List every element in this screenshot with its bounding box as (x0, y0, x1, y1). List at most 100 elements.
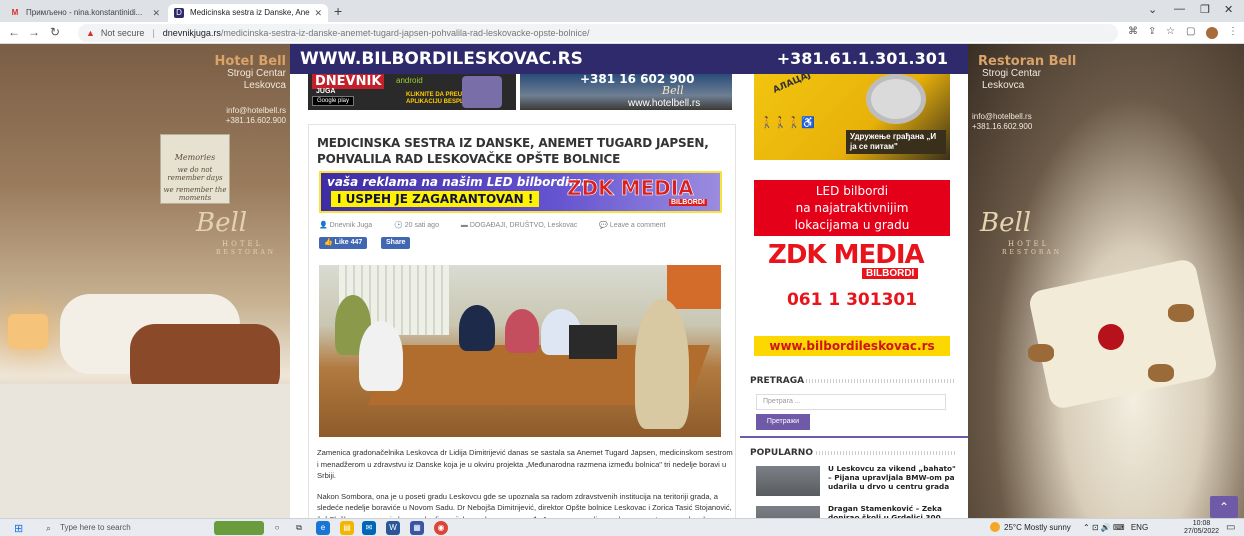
windows-taskbar: ⊞ ⌕ Type here to search ○ ⧉ e ▤ ✉ W ▦ ◉ … (0, 518, 1244, 536)
search-input[interactable]: Претрага ... (756, 394, 946, 410)
taskbar-search[interactable]: ⌕ Type here to search (40, 520, 200, 536)
url-path: /medicinska-sestra-iz-danske-anemet-tuga… (220, 28, 590, 38)
zdk-media-banner[interactable]: vaša reklama na našim LED bilbordima I U… (319, 171, 722, 213)
bookmark-star-icon[interactable]: ☆ (1166, 26, 1175, 37)
teams-icon[interactable]: ▦ (410, 521, 424, 535)
zdk-banner-line1: vaša reklama na našim LED bilbordima (327, 175, 590, 189)
zdk-website-link[interactable]: www.bilbordileskovac.rs (754, 336, 950, 356)
bilbordi-top-banner[interactable]: WWW.BILBORDILESKOVAC.RS +381.61.1.301.30… (290, 44, 968, 74)
sign-text: Memories (174, 153, 216, 162)
language-indicator: ENG (1130, 523, 1149, 532)
restore-button[interactable]: ❐ (1200, 3, 1210, 16)
comment-link[interactable]: 💬 Leave a comment (599, 222, 675, 229)
reload-icon[interactable]: ↻ (50, 25, 60, 39)
url-input[interactable]: ▲ Not secure | dnevnikjuga.rs/medicinska-se… (78, 24, 1118, 42)
browser-tab-gmail[interactable]: M Примљено - nina.konstantinidi... ✕ (4, 4, 166, 22)
udruzenje-caption: Удружење грађана „И ја се питам" (846, 130, 946, 154)
popular-thumbnail (756, 506, 820, 518)
phone-icon (462, 76, 502, 108)
dnevnik-app-ad[interactable]: DNEVNIK JUGA android Google play KLIKNIT… (308, 74, 516, 110)
bell-logo-sub: HOTEL (1008, 240, 1050, 248)
sun-icon (990, 522, 1000, 532)
menu-kebab-icon[interactable]: ⋮ (1228, 26, 1238, 37)
hotel-bell-title: Hotel Bell (214, 54, 286, 69)
facebook-share-button[interactable]: Share (381, 237, 411, 249)
tab-label: Medicinska sestra iz Danske, Ane (190, 8, 310, 17)
new-tab-button[interactable]: + (334, 3, 342, 19)
chrome-icon[interactable]: ◉ (434, 521, 448, 535)
lamp-image (8, 314, 48, 349)
mail-icon[interactable]: ✉ (362, 521, 376, 535)
file-explorer-icon[interactable]: ▤ (340, 521, 354, 535)
weather-text: 25°C Mostly sunny (1004, 523, 1071, 532)
close-tab-icon[interactable]: ✕ (152, 4, 160, 22)
zdk-logo: ZDK MEDIA (567, 176, 694, 201)
profile-avatar[interactable] (1206, 27, 1218, 39)
search-widget-title: PRETRAGA (750, 376, 805, 386)
widget-divider (816, 451, 956, 455)
restoran-bell-title: Restoran Bell (978, 54, 1077, 69)
bell-logo: Bell (662, 84, 684, 97)
facebook-like-button[interactable]: 👍 Like 447 (319, 237, 368, 249)
author-link[interactable]: 👤 Dnevnik Juga (319, 222, 382, 229)
walnut-image (1028, 344, 1054, 362)
tab-search-icon[interactable]: ⌄ (1148, 3, 1157, 16)
udruzenje-title: АЛАЦАЈ (771, 74, 813, 96)
main-content: DNEVNIK JUGA android Google play KLIKNIT… (290, 72, 740, 518)
led-line: LED bilbordi (815, 184, 889, 198)
article-photo (319, 265, 721, 437)
zdk-media-side-ad[interactable]: ZDK MEDIA BILBORDI 061 1 301301 (754, 238, 950, 334)
popular-item[interactable]: U Leskovcu za vikend „bahato" – Pijana u… (756, 464, 956, 500)
restoran-bell-contact: info@hotelbell.rs +381.16.602.900 (972, 112, 1033, 131)
bell-logo-sub: RESTORAN (1002, 249, 1063, 256)
web-page: Memories we do not remember days we reme… (0, 44, 1244, 518)
restoran-bell-side-ad[interactable]: Restoran Bell Strogi Centar Leskovca info… (968, 44, 1244, 518)
back-icon[interactable]: ← (8, 25, 20, 39)
post-time: 🕒 20 sati ago (394, 222, 439, 229)
close-tab-icon[interactable]: ✕ (314, 4, 322, 22)
search-button[interactable]: Претражи (756, 414, 810, 430)
close-window-button[interactable]: ✕ (1224, 3, 1233, 16)
sidepanel-icon[interactable]: ▢ (1186, 26, 1195, 37)
popular-title: Dragan Stamenković – Zeka donirao školi … (828, 504, 942, 518)
hotel-bell-ad[interactable]: +381 16 602 900 Bell www.hotelbell.rs (520, 72, 732, 110)
popular-thumbnail (756, 466, 820, 496)
zdk-logo: ZDK MEDIA (768, 240, 925, 270)
wall-painting (667, 265, 721, 309)
hotel-bell-subtitle: Strogi Centar Leskovca (227, 68, 286, 91)
news-widget-icon[interactable] (214, 521, 264, 535)
share-icon[interactable]: ⇪ (1148, 26, 1156, 37)
translate-icon[interactable]: ⌘ (1128, 26, 1138, 37)
cortana-icon[interactable]: ○ (270, 521, 284, 535)
hotel-bell-side-ad[interactable]: Memories we do not remember days we reme… (0, 44, 290, 518)
hotel-ad-website: www.hotelbell.rs (628, 98, 701, 109)
udruzenje-ad[interactable]: АЛАЦАЈ 🚶🚶🚶♿ Удружење грађана „И ја се пи… (754, 74, 950, 160)
notification-icon[interactable]: ▭ (1226, 522, 1235, 533)
person-image (459, 305, 495, 351)
led-line: lokacijama u gradu (794, 218, 910, 232)
article-body: Zamenica gradonačelnika Leskovca dr Lidi… (317, 447, 733, 518)
scroll-to-top-button[interactable]: ⌃ (1210, 496, 1238, 518)
widget-separator (740, 436, 968, 438)
article-paragraph: Zamenica gradonačelnika Leskovca dr Lidi… (317, 448, 733, 480)
clock[interactable]: 10:08 27/05/2022 (1184, 520, 1219, 536)
word-icon[interactable]: W (386, 521, 400, 535)
system-tray[interactable]: 25°C Mostly sunny ⌃ ⊡ 🔊 ⌨ ENG (990, 521, 1148, 535)
google-play-badge: Google play (312, 96, 355, 106)
forward-icon[interactable]: → (28, 25, 40, 39)
edge-icon[interactable]: e (316, 521, 330, 535)
windows-start-icon[interactable]: ⊞ (14, 522, 23, 535)
bell-logo-sub: HOTEL (222, 240, 264, 248)
address-bar-row: ← → ↻ ▲ Not secure | dnevnikjuga.rs/medicin… (0, 22, 1244, 44)
popular-item[interactable]: Dragan Stamenković – Zeka donirao školi … (756, 504, 956, 518)
led-bilbordi-ad[interactable]: LED bilbordi na najatraktivnijim lokacij… (754, 180, 950, 236)
browser-tab-article[interactable]: D Medicinska sestra iz Danske, Ane ✕ (168, 4, 328, 22)
minimize-button[interactable]: — (1174, 3, 1185, 15)
banner-url: WWW.BILBORDILESKOVAC.RS (300, 49, 583, 69)
task-view-icon[interactable]: ⧉ (292, 521, 306, 535)
category-links[interactable]: ▬ DOGAĐAJI, DRUŠTVO, Leskovac (461, 222, 587, 229)
popular-title: U Leskovcu za vikend „bahato" – Pijana u… (828, 464, 956, 491)
dnevnik-logo-sub: JUGA (316, 88, 336, 95)
site-favicon-icon: D (174, 8, 184, 18)
clock-date: 27/05/2022 (1184, 528, 1220, 535)
